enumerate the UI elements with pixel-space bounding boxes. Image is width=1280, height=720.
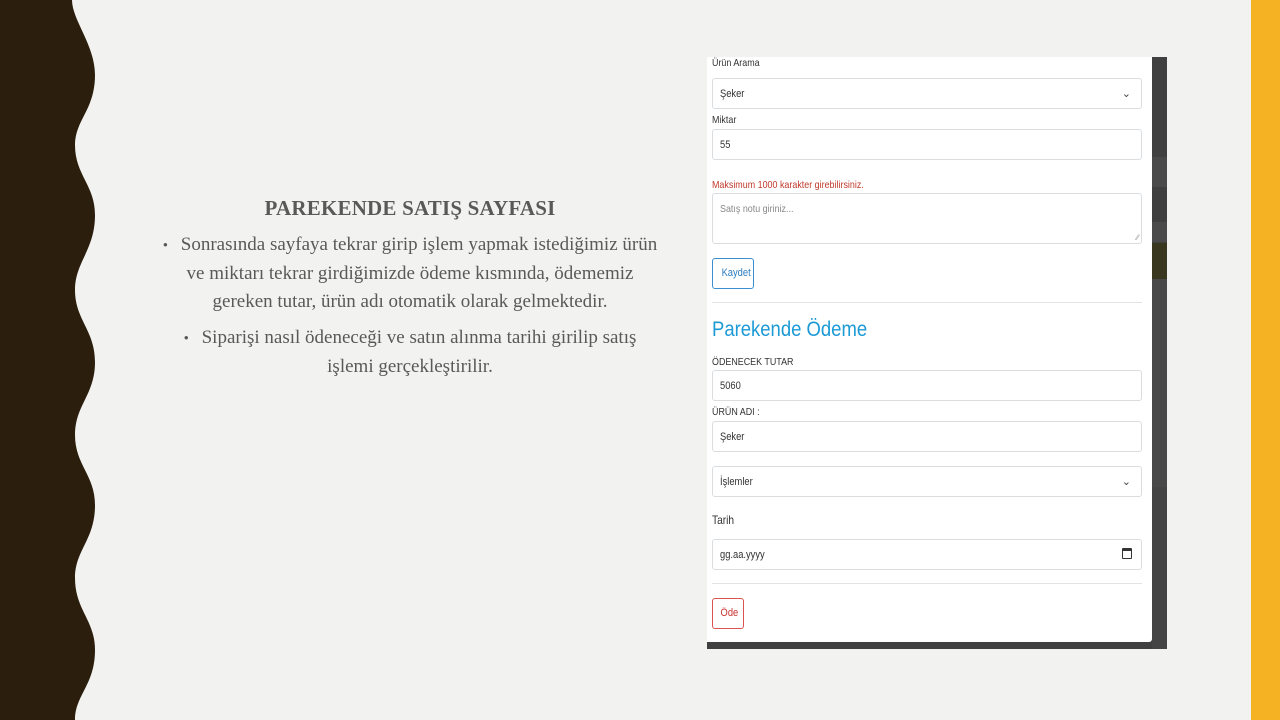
quantity-label: Miktar bbox=[712, 114, 737, 126]
pay-button[interactable]: Öde bbox=[712, 598, 744, 629]
slide-text-block: PAREKENDE SATIŞ SAYFASI • Sonrasında sayf… bbox=[160, 196, 660, 389]
decorative-right-bar bbox=[1251, 0, 1280, 720]
slide-title: PAREKENDE SATIŞ SAYFASI bbox=[264, 196, 556, 220]
bullet-text: Sonrasında sayfaya tekrar girip işlem ya… bbox=[180, 234, 658, 312]
amount-value: 5060 bbox=[720, 380, 741, 392]
product-search-select[interactable]: Şeker ⌄ bbox=[712, 78, 1142, 109]
bullet-list: • Sonrasında sayfaya tekrar girip işlem y… bbox=[160, 231, 660, 381]
note-placeholder: Satış notu giriniz... bbox=[720, 203, 794, 215]
bullet-text: Siparişi nasıl ödeneceği ve satın alınma… bbox=[201, 327, 637, 377]
bullet-dot-icon: • bbox=[183, 331, 189, 347]
divider bbox=[712, 302, 1142, 303]
quantity-value: 55 bbox=[720, 139, 731, 151]
decorative-wave-band bbox=[0, 0, 95, 720]
amount-label: ÖDENECEK TUTAR bbox=[712, 356, 794, 368]
background-stripe bbox=[1152, 279, 1167, 487]
payment-section-title: Parekende Ödeme bbox=[712, 318, 868, 341]
search-label: Ürün Arama bbox=[712, 57, 760, 69]
background-stripe bbox=[1152, 487, 1167, 649]
resize-handle-icon[interactable]: ∕∕ bbox=[1136, 233, 1139, 242]
sales-form: Ürün Arama Şeker ⌄ Miktar 55 Maksimum 10… bbox=[707, 57, 1152, 642]
date-input[interactable]: gg.aa.yyyy bbox=[712, 539, 1142, 570]
bullet-dot-icon: • bbox=[162, 238, 169, 254]
chevron-down-icon: ⌄ bbox=[1121, 88, 1131, 100]
operations-value: İşlemler bbox=[720, 476, 753, 488]
background-stripe bbox=[1152, 187, 1167, 222]
product-search-value: Şeker bbox=[720, 88, 745, 100]
date-label: Tarih bbox=[712, 513, 735, 527]
operations-select[interactable]: İşlemler ⌄ bbox=[712, 466, 1142, 497]
divider bbox=[712, 583, 1142, 584]
note-error-message: Maksimum 1000 karakter girebilirsiniz. bbox=[712, 179, 864, 191]
amount-input[interactable]: 5060 bbox=[712, 370, 1142, 401]
product-name-label: ÜRÜN ADI : bbox=[712, 406, 760, 418]
form-screenshot: Ürün Arama Şeker ⌄ Miktar 55 Maksimum 10… bbox=[707, 57, 1167, 649]
quantity-input[interactable]: 55 bbox=[712, 129, 1142, 160]
pay-button-label: Öde bbox=[720, 607, 739, 619]
bullet-item: • Siparişi nasıl ödeneceği ve satın alınm… bbox=[160, 324, 660, 381]
sales-note-textarea[interactable]: Satış notu giriniz... ∕∕ bbox=[712, 193, 1142, 244]
bullet-item: • Sonrasında sayfaya tekrar girip işlem y… bbox=[160, 231, 660, 316]
save-button-label: Kaydet bbox=[721, 267, 751, 279]
calendar-icon[interactable] bbox=[1122, 548, 1132, 559]
save-button[interactable]: Kaydet bbox=[712, 258, 754, 289]
background-stripe bbox=[1152, 243, 1167, 279]
product-name-value: Şeker bbox=[720, 431, 745, 443]
chevron-down-icon: ⌄ bbox=[1121, 476, 1131, 488]
product-name-input[interactable]: Şeker bbox=[712, 421, 1142, 452]
date-placeholder: gg.aa.yyyy bbox=[720, 549, 765, 561]
